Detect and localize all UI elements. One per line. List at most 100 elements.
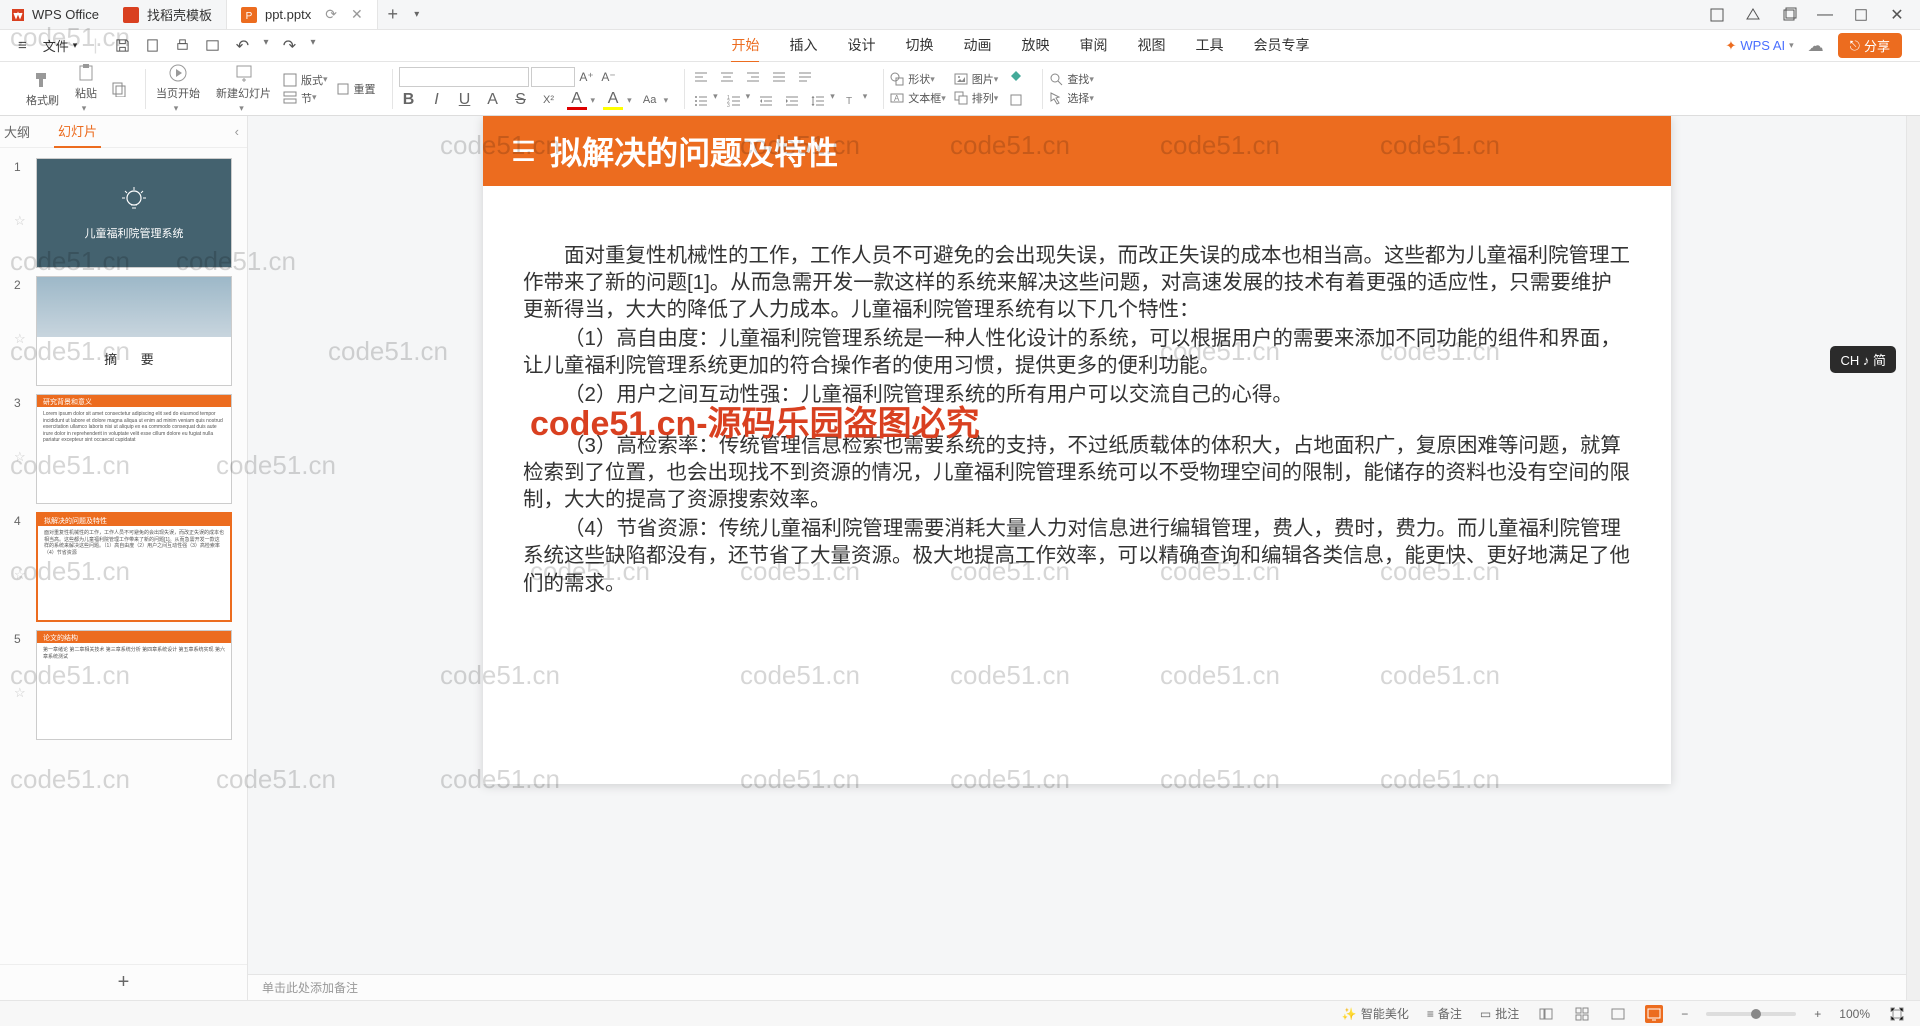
distribute-icon[interactable] (795, 67, 815, 87)
minimize-button[interactable]: — (1816, 6, 1834, 24)
change-case-icon[interactable]: Aa (640, 90, 660, 110)
bullets-icon[interactable] (691, 91, 711, 111)
share-button[interactable]: ⎋分享 (1838, 33, 1902, 58)
format-painter-button[interactable]: 格式刷 (22, 68, 63, 110)
tab-design[interactable]: 设计 (847, 29, 875, 63)
star-icon[interactable]: ☆ (14, 213, 26, 229)
tab-transition[interactable]: 切换 (905, 29, 933, 63)
font-family-select[interactable] (399, 67, 529, 87)
decrease-indent-icon[interactable] (756, 91, 776, 111)
copy-icon[interactable] (109, 79, 129, 99)
picture-button[interactable]: 图片▾ (954, 71, 999, 87)
outline-icon[interactable] (1006, 90, 1026, 110)
tab-start[interactable]: 开始 (731, 29, 759, 63)
print-icon[interactable] (173, 37, 191, 55)
view-slideshow-icon[interactable] (1645, 1005, 1663, 1023)
notes-pane[interactable]: 单击此处添加备注 (248, 974, 1906, 1000)
increase-font-icon[interactable]: A⁺ (577, 67, 597, 87)
tab-review[interactable]: 审阅 (1079, 29, 1107, 63)
tab-tools[interactable]: 工具 (1195, 29, 1223, 63)
thumbnail-2[interactable]: 摘 要 (36, 276, 232, 386)
highlight-icon[interactable]: A (603, 90, 623, 110)
menu-hamburger-icon[interactable]: ≡ (18, 37, 27, 54)
textbox-button[interactable]: A文本框▾ (890, 90, 946, 106)
shape-button[interactable]: 形状▾ (890, 71, 946, 87)
redo-icon[interactable]: ↷ (281, 37, 299, 55)
font-size-select[interactable] (531, 67, 575, 87)
star-icon[interactable]: ☆ (14, 449, 26, 465)
save-icon[interactable] (113, 37, 131, 55)
section-button[interactable]: 节▾ (283, 90, 328, 106)
arrange-button[interactable]: 排列▾ (954, 90, 999, 106)
strikethrough-icon[interactable]: S (511, 90, 531, 110)
tab-slideshow[interactable]: 放映 (1021, 29, 1049, 63)
view-sorter-icon[interactable] (1573, 1005, 1591, 1023)
outline-tab[interactable]: 大纲 (0, 116, 34, 147)
file-menu[interactable]: 文件▾ (43, 36, 78, 55)
slide-canvas[interactable]: ☰ 拟解决的问题及特性 面对重复性机械性的工作，工作人员不可避免的会出现失误，而… (483, 116, 1671, 784)
star-icon[interactable]: ☆ (14, 685, 26, 701)
tab-template[interactable]: 找稻壳模板 (109, 0, 227, 29)
layout-button[interactable]: 版式▾ (283, 72, 328, 88)
notes-toggle[interactable]: ≡备注 (1427, 1005, 1462, 1022)
window-icon-3[interactable] (1780, 6, 1798, 24)
from-beginning-button[interactable]: 当页开始▾ (152, 61, 204, 116)
line-spacing-icon[interactable] (808, 91, 828, 111)
undo-dropdown[interactable]: ▾ (263, 37, 268, 55)
font-color-icon[interactable]: A (567, 90, 587, 110)
maximize-button[interactable] (1852, 6, 1870, 24)
increase-indent-icon[interactable] (782, 91, 802, 111)
star-icon[interactable]: ☆ (14, 331, 26, 347)
align-justify-icon[interactable] (769, 67, 789, 87)
decrease-font-icon[interactable]: A⁻ (599, 67, 619, 87)
reload-icon[interactable]: ⟳ (325, 6, 337, 23)
add-slide-button[interactable]: + (0, 964, 247, 1000)
select-button[interactable]: 选择▾ (1049, 90, 1094, 106)
tab-animation[interactable]: 动画 (963, 29, 991, 63)
thumbnail-5[interactable]: 论文的结构 第一章绪论 第二章相关技术 第三章系统分析 第四章系统设计 第五章系… (36, 630, 232, 740)
collapse-panel-icon[interactable]: ‹ (235, 124, 239, 139)
align-right-icon[interactable] (743, 67, 763, 87)
tab-member[interactable]: 会员专享 (1253, 29, 1309, 63)
shadow-icon[interactable]: A (483, 90, 503, 110)
reset-button[interactable]: 重置 (336, 81, 376, 97)
tab-view[interactable]: 视图 (1137, 29, 1165, 63)
superscript-icon[interactable]: X² (539, 90, 559, 110)
zoom-level[interactable]: 100% (1839, 1007, 1870, 1021)
print-preview-icon[interactable] (143, 37, 161, 55)
wps-ai-button[interactable]: ✦WPS AI▾ (1725, 38, 1793, 54)
thumbnail-4[interactable]: 拟解决的问题及特性 面对重复性机械性的工作，工作人员不可避免的会出现失误，而改正… (36, 512, 232, 622)
align-left-icon[interactable] (691, 67, 711, 87)
fill-icon[interactable] (1006, 67, 1026, 87)
window-icon-2[interactable] (1744, 6, 1762, 24)
smart-beautify-button[interactable]: ✨智能美化 (1342, 1005, 1409, 1022)
add-tab-button[interactable]: + (378, 0, 408, 29)
redo-dropdown[interactable]: ▾ (311, 37, 316, 55)
find-button[interactable]: 查找▾ (1049, 71, 1094, 87)
align-center-icon[interactable] (717, 67, 737, 87)
export-icon[interactable] (203, 37, 221, 55)
italic-icon[interactable]: I (427, 90, 447, 110)
comments-toggle[interactable]: ▭批注 (1480, 1005, 1519, 1022)
numbering-icon[interactable]: 123 (724, 91, 744, 111)
underline-icon[interactable]: U (455, 90, 475, 110)
fit-window-icon[interactable] (1888, 1005, 1906, 1023)
new-slide-button[interactable]: 新建幻灯片▾ (212, 61, 275, 116)
view-reading-icon[interactable] (1609, 1005, 1627, 1023)
thumbnail-1[interactable]: 儿童福利院管理系统 (36, 158, 232, 268)
view-normal-icon[interactable] (1537, 1005, 1555, 1023)
tab-document[interactable]: P ppt.pptx ⟳ ✕ (227, 0, 378, 29)
tab-insert[interactable]: 插入 (789, 29, 817, 63)
undo-icon[interactable]: ↶ (233, 37, 251, 55)
slides-tab[interactable]: 幻灯片 (54, 116, 101, 148)
bold-icon[interactable]: B (399, 90, 419, 110)
cloud-icon[interactable]: ☁ (1808, 36, 1824, 56)
text-direction-icon[interactable]: T (841, 91, 861, 111)
star-icon[interactable]: ☆ (14, 567, 26, 583)
paste-button[interactable]: 粘贴▾ (71, 61, 101, 116)
close-icon[interactable]: ✕ (351, 6, 363, 23)
zoom-in-button[interactable]: + (1814, 1007, 1821, 1021)
window-icon-1[interactable] (1708, 6, 1726, 24)
vertical-scrollbar[interactable] (1906, 116, 1920, 1000)
zoom-out-button[interactable]: − (1681, 1007, 1688, 1021)
